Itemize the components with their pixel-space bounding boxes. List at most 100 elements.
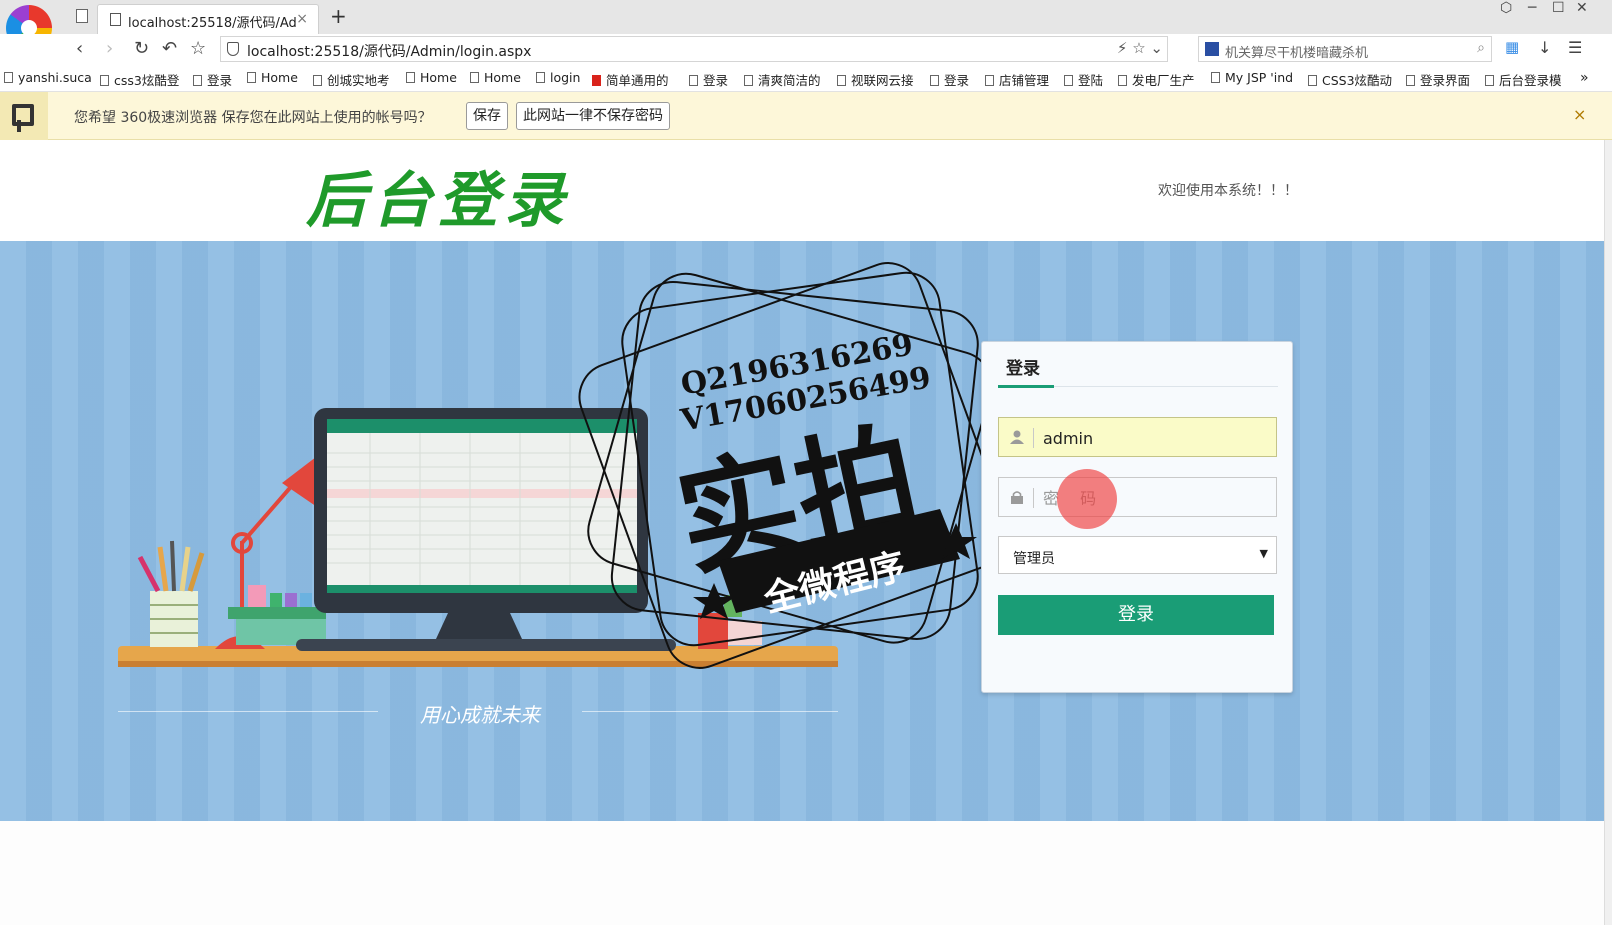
bookmark-item[interactable]: css3炫酷登 (100, 70, 179, 89)
page-icon (1308, 75, 1317, 86)
username-input[interactable] (1043, 426, 1268, 450)
address-actions[interactable]: ⚡ ☆ ⌄ (1117, 39, 1163, 57)
save-password-bar: 您希望 360极速浏览器 保存您在此网站上使用的帐号吗？ 保存 此网站一律不保存… (0, 92, 1612, 140)
search-engine-icon (1205, 42, 1219, 56)
tab-title: localhost:25518/源代码/Admin/login.aspx (128, 16, 296, 31)
page-icon (930, 75, 939, 86)
shield-icon (227, 42, 239, 56)
favorite-icon[interactable]: ☆ (190, 38, 206, 59)
minimize-icon[interactable]: ─ (1528, 0, 1536, 16)
page-icon (837, 75, 846, 86)
bookmark-item[interactable]: 清爽简洁的 (744, 70, 821, 89)
browser-navbar: ‹ › ↻ ↶ ☆ localhost:25518/源代码/Admin/logi… (0, 34, 1612, 64)
page-icon (689, 75, 698, 86)
page-icon (744, 75, 753, 86)
bookmark-item[interactable]: 发电厂生产 (1118, 70, 1195, 89)
page-icon (1064, 75, 1073, 86)
page-header: 后台登录 欢迎使用本系统！！！ (0, 140, 1604, 241)
bookmark-item[interactable]: 登录 (930, 70, 969, 89)
maximize-icon[interactable]: ☐ (1552, 0, 1565, 16)
field-separator (1033, 428, 1034, 448)
forward-icon[interactable]: › (106, 38, 113, 59)
save-password-button[interactable]: 保存 (466, 102, 508, 130)
reload-icon[interactable]: ↻ (134, 38, 149, 59)
page-icon (247, 72, 256, 83)
page-icon (4, 72, 13, 83)
login-button[interactable]: 登录 (998, 595, 1274, 635)
lock-icon (1011, 491, 1023, 504)
bookmark-item[interactable]: 视联网云接 (837, 70, 914, 89)
bookmarks-bar: yanshi.suca css3炫酷登 登录 Home 创城实地考 Home H… (0, 64, 1612, 92)
page-icon (1485, 75, 1494, 86)
close-bar-icon[interactable]: × (1573, 105, 1586, 124)
tab-close-icon[interactable]: × (296, 11, 308, 27)
welcome-text: 欢迎使用本系统！！！ (1158, 183, 1298, 199)
caret-down-icon: ▼ (1259, 547, 1268, 560)
page-icon (536, 72, 545, 83)
slogan-divider-right (582, 711, 838, 712)
login-tab[interactable]: 登录 (1006, 354, 1040, 379)
page-icon (110, 13, 121, 26)
bookmarks-more-icon[interactable]: » (1580, 70, 1589, 86)
bookmark-item[interactable]: My JSP 'ind (1211, 70, 1293, 85)
bookmark-item[interactable]: Home (247, 70, 298, 85)
page-icon (313, 75, 322, 86)
page-scrollbar[interactable] (1604, 140, 1612, 925)
window-close-icon[interactable]: ✕ (1576, 0, 1588, 16)
bookmark-item[interactable]: 登录 (193, 70, 232, 89)
page-icon (1406, 75, 1415, 86)
browser-tab-active[interactable]: localhost:25518/源代码/Admin/login.aspx × (97, 4, 319, 34)
cursor-click-indicator (1057, 469, 1117, 529)
undo-icon[interactable]: ↶ (162, 38, 177, 59)
login-tab-underline (998, 385, 1278, 388)
page-icon (100, 75, 109, 86)
apps-icon[interactable]: ▦ (1505, 38, 1519, 56)
blank-tab-icon[interactable] (76, 9, 88, 23)
bookmark-item[interactable]: CSS3炫酷动 (1308, 70, 1392, 89)
slogan-divider-left (118, 711, 378, 712)
bookmark-item[interactable]: 登录 (689, 70, 728, 89)
download-icon[interactable]: ↓ (1538, 38, 1551, 57)
search-icon[interactable]: ⌕ (1477, 40, 1485, 56)
search-text[interactable]: 机关算尽干机楼暗藏杀机 (1225, 42, 1368, 61)
page-title: 后台登录 (306, 166, 570, 236)
site-icon (592, 75, 601, 86)
watermark-stamp: Q2196316269 V17060256499 实拍 全微程序 (578, 262, 1010, 669)
save-password-message: 您希望 360极速浏览器 保存您在此网站上使用的帐号吗？ (74, 110, 432, 126)
bookmark-item[interactable]: 后台登录模 (1485, 70, 1562, 89)
key-icon (0, 92, 48, 140)
page-icon (1118, 75, 1127, 86)
bookmark-item[interactable]: yanshi.suca (4, 70, 92, 85)
bookmark-item[interactable]: 登陆 (1064, 70, 1103, 89)
role-selected-value: 管理员 (1013, 551, 1055, 567)
address-bar[interactable]: localhost:25518/源代码/Admin/login.aspx ⚡ ☆… (220, 36, 1168, 62)
bookmark-item[interactable]: 创城实地考 (313, 70, 390, 89)
role-select[interactable]: 管理员 ▼ (998, 536, 1277, 574)
login-banner: Q2196316269 V17060256499 实拍 全微程序 用心成就未来 … (0, 241, 1604, 821)
never-save-button[interactable]: 此网站一律不保存密码 (516, 102, 670, 130)
skin-icon[interactable]: ⬡ (1500, 0, 1512, 16)
page-icon (1211, 72, 1220, 83)
password-field[interactable] (998, 477, 1277, 517)
page-icon (985, 75, 994, 86)
bookmark-item[interactable]: Home (406, 70, 457, 85)
page-icon (406, 72, 415, 83)
username-field[interactable] (998, 417, 1277, 457)
page-icon (193, 75, 202, 86)
menu-icon[interactable]: ☰ (1568, 38, 1582, 57)
browser-tabbar: localhost:25518/源代码/Admin/login.aspx × +… (0, 0, 1612, 51)
new-tab-icon[interactable]: + (330, 4, 347, 28)
bookmark-item[interactable]: 店铺管理 (985, 70, 1049, 89)
search-box[interactable]: 机关算尽干机楼暗藏杀机 ⌕ (1198, 36, 1492, 62)
bookmark-item[interactable]: login (536, 70, 580, 85)
address-text[interactable]: localhost:25518/源代码/Admin/login.aspx (247, 41, 531, 61)
slogan-text: 用心成就未来 (420, 703, 540, 727)
user-icon (1010, 430, 1024, 444)
bookmark-item[interactable]: Home (470, 70, 521, 85)
field-separator (1033, 488, 1034, 508)
login-form: 登录 管理员 ▼ 登录 (981, 341, 1293, 693)
page-icon (470, 72, 479, 83)
bookmark-item[interactable]: 登录界面 (1406, 70, 1470, 89)
bookmark-item[interactable]: 简单通用的 (592, 70, 669, 89)
back-icon[interactable]: ‹ (76, 38, 83, 59)
